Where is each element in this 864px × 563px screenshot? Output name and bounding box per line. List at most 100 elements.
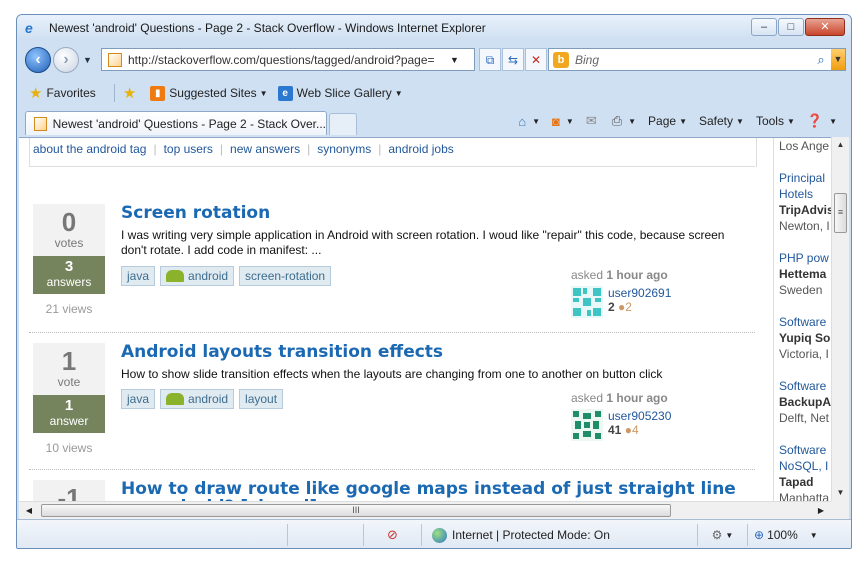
question-title-link[interactable]: How to draw route like google maps inste…	[121, 480, 761, 501]
title-bar: e Newest 'android' Questions - Page 2 - …	[17, 15, 851, 41]
tag-layout[interactable]: layout	[239, 389, 284, 409]
ie-window: e Newest 'android' Questions - Page 2 - …	[16, 14, 852, 549]
sidebar-line[interactable]: Software	[779, 442, 831, 458]
scroll-left-icon[interactable]: ◀	[21, 502, 37, 519]
sidebar-line	[779, 298, 831, 314]
vertical-scroll-thumb[interactable]: ≡	[834, 193, 847, 233]
page-menu-label: Page	[648, 114, 677, 128]
tab-favicon-icon	[34, 116, 47, 131]
tools-menu[interactable]: Tools ▼	[756, 114, 795, 128]
tag-list: java android layout	[121, 389, 288, 409]
subnav-about-link[interactable]: about the android tag	[33, 142, 146, 156]
vertical-scrollbar[interactable]: ▲ ≡ ▼	[831, 137, 849, 501]
scroll-down-icon[interactable]: ▼	[832, 485, 849, 501]
forward-button[interactable]: ›	[53, 47, 79, 73]
tag-java[interactable]: java	[121, 266, 156, 286]
address-dropdown-icon[interactable]: ▼	[450, 55, 459, 65]
close-button[interactable]: ✕	[805, 18, 845, 36]
minimize-button[interactable]: –	[751, 18, 777, 36]
sidebar-line[interactable]: NoSQL, I	[779, 458, 831, 474]
tag-java[interactable]: java	[121, 389, 156, 409]
sidebar-line[interactable]: Software	[779, 314, 831, 330]
subnav-jobs-link[interactable]: android jobs	[388, 142, 453, 156]
sidebar-line[interactable]: Software	[779, 378, 831, 394]
tab-label: Newest 'android' Questions - Page 2 - St…	[52, 116, 326, 131]
recent-pages-dropdown[interactable]: ▼	[83, 55, 92, 65]
reputation-score: 41	[608, 423, 622, 437]
favorites-button[interactable]: ★ Favorites	[29, 84, 96, 102]
sidebar-line[interactable]: Hotels	[779, 186, 831, 202]
new-tab-button[interactable]	[329, 113, 357, 135]
votes-box: -1	[33, 480, 105, 501]
sidebar-line: Tapad	[779, 475, 814, 489]
sidebar-line[interactable]: Principal	[779, 170, 831, 186]
help-menu[interactable]: ❓ ▼	[807, 113, 837, 129]
compatibility-view-icon[interactable]: ⧉	[479, 48, 501, 71]
tag-android[interactable]: android	[160, 266, 235, 286]
sidebar-line: TripAdvis	[779, 203, 831, 217]
security-zone-segment[interactable]: Internet | Protected Mode: On	[421, 524, 697, 546]
chevron-down-icon: ▼	[809, 530, 818, 540]
avatar[interactable]	[571, 409, 603, 441]
divider: |	[307, 142, 311, 156]
tag-screen-rotation[interactable]: screen-rotation	[239, 266, 332, 286]
popup-blocker-segment[interactable]: ⊘	[363, 524, 421, 546]
question-title-link[interactable]: Android layouts transition effects	[121, 343, 761, 361]
job-listings-sidebar: Los Ange Principal Hotels TripAdvis Newton,…	[779, 138, 831, 501]
sidebar-line: Los Ange	[779, 139, 830, 153]
search-input[interactable]: Bing	[575, 53, 811, 67]
vote-label: vote	[57, 375, 81, 389]
chevron-down-icon: ▼	[725, 530, 734, 540]
address-bar[interactable]: http://stackoverflow.com/questions/tagge…	[101, 48, 475, 71]
subnav-synonyms-link[interactable]: synonyms	[317, 142, 371, 156]
refresh-icon[interactable]: ⇆	[502, 48, 524, 71]
question-title-link[interactable]: Screen rotation	[121, 204, 761, 222]
suggested-sites-link[interactable]: ▮ Suggested Sites ▼	[150, 85, 268, 101]
answer-label: answers	[46, 275, 92, 289]
protected-mode-segment[interactable]: ⚙ ▼	[697, 524, 747, 546]
maximize-button[interactable]: □	[778, 18, 804, 36]
avatar[interactable]	[571, 286, 603, 318]
stop-icon[interactable]: ✕	[525, 48, 547, 71]
tag-android[interactable]: android	[160, 389, 235, 409]
tab-active[interactable]: Newest 'android' Questions - Page 2 - St…	[25, 111, 327, 135]
page-menu[interactable]: Page ▼	[648, 114, 687, 128]
add-to-favorites-bar-button[interactable]: ★	[123, 84, 140, 102]
scrollbar-corner	[831, 501, 849, 519]
safety-menu[interactable]: Safety ▼	[699, 114, 744, 128]
zoom-icon: ⊕	[754, 528, 765, 542]
android-icon	[166, 270, 185, 282]
subnav-new-answers-link[interactable]: new answers	[230, 142, 300, 156]
user-info: user905230 41 ●4	[571, 409, 751, 441]
horizontal-scrollbar[interactable]: ◀ III ▶	[19, 501, 831, 519]
home-button[interactable]: ⌂ ▼	[518, 114, 540, 129]
mail-button[interactable]: ✉	[586, 113, 600, 129]
scroll-up-icon[interactable]: ▲	[832, 137, 849, 153]
chevron-down-icon: ▼	[679, 116, 687, 126]
question-owner: asked 1 hour ago user902691 2 ●2	[571, 268, 751, 318]
print-button[interactable]: ⎙ ▼	[612, 113, 636, 129]
subnav-top-users-link[interactable]: top users	[164, 142, 213, 156]
user-name-link[interactable]: user905230	[608, 409, 671, 423]
bing-icon: b	[553, 51, 569, 68]
url-text[interactable]: http://stackoverflow.com/questions/tagge…	[128, 53, 448, 67]
votes-box: 0 votes	[33, 204, 105, 256]
zoom-control[interactable]: ⊕ 100% ▼	[747, 524, 847, 546]
horizontal-scroll-thumb[interactable]: III	[41, 504, 671, 517]
search-box[interactable]: b Bing ⌕ ▼	[548, 48, 846, 71]
asked-label: asked	[571, 391, 604, 405]
search-options-dropdown[interactable]: ▼	[831, 49, 845, 70]
chevron-down-icon: ▼	[829, 116, 837, 126]
sidebar-line[interactable]: PHP pow	[779, 250, 831, 266]
scroll-right-icon[interactable]: ▶	[813, 502, 829, 519]
back-button[interactable]: ‹	[25, 47, 51, 73]
question-stats: -1	[33, 480, 105, 501]
user-name-link[interactable]: user902691	[608, 286, 671, 300]
sidebar-line: Hettema	[779, 267, 827, 281]
tag-list: java android screen-rotation	[121, 266, 336, 286]
chevron-down-icon: ▼	[394, 88, 403, 98]
ie-logo-icon: e	[25, 20, 33, 36]
search-icon[interactable]: ⌕	[811, 52, 831, 68]
feeds-button[interactable]: ◙ ▼	[552, 114, 574, 129]
web-slice-gallery-link[interactable]: e Web Slice Gallery ▼	[277, 85, 403, 101]
